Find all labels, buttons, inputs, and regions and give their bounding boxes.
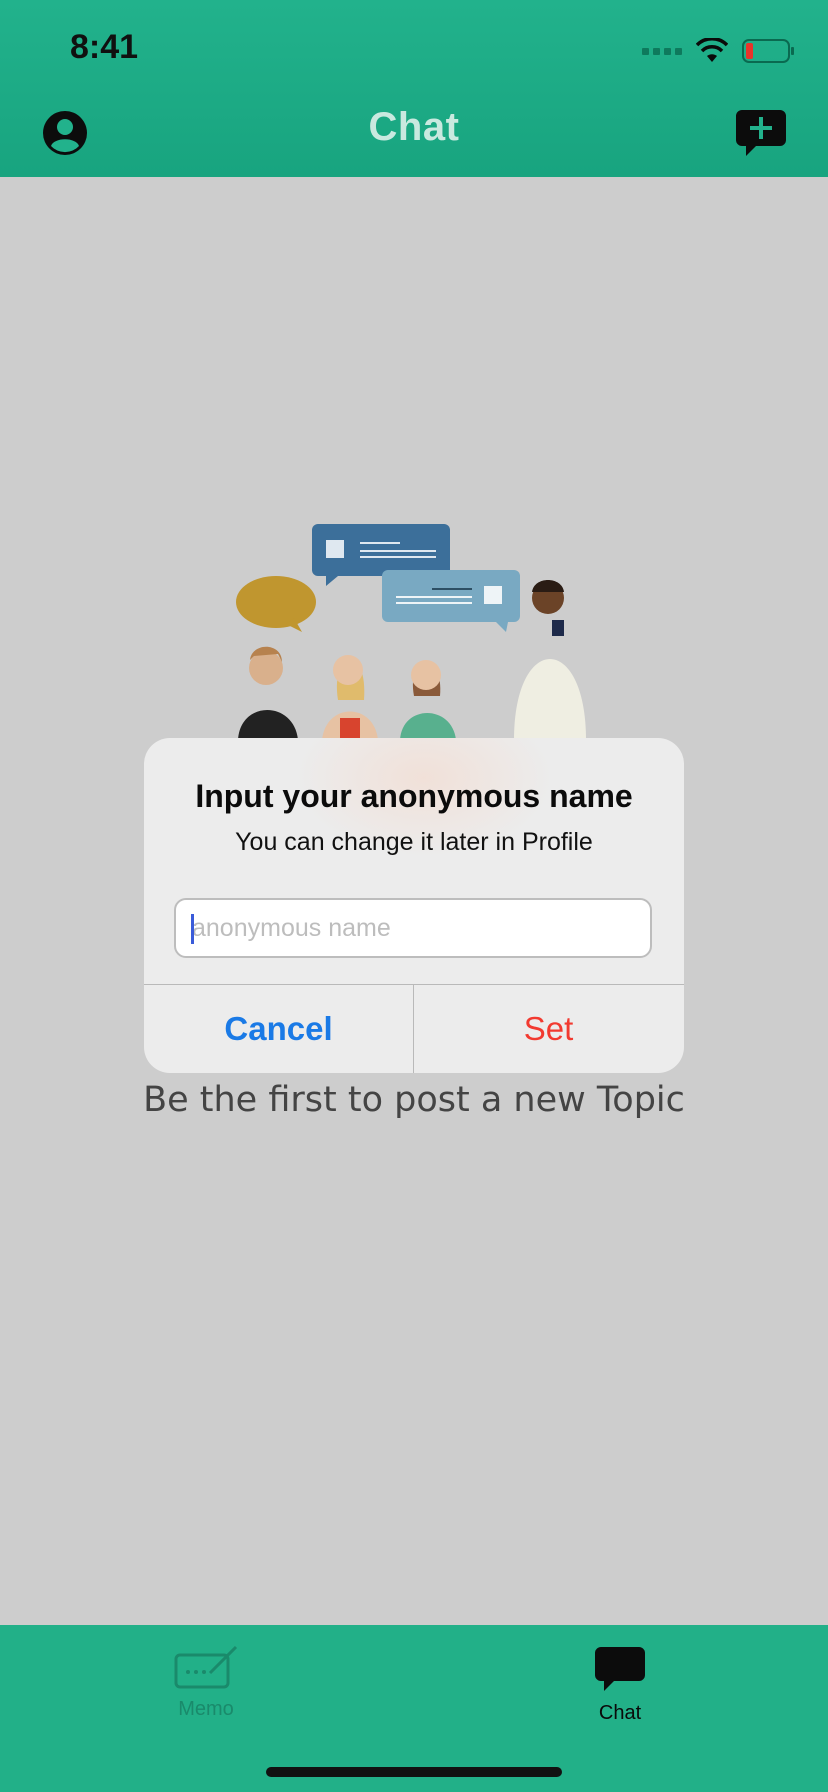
- cancel-button[interactable]: Cancel: [144, 985, 413, 1073]
- tab-label: Chat: [598, 1702, 642, 1724]
- tab-chat[interactable]: Chat: [550, 1645, 690, 1725]
- dialog-message: You can change it later in Profile: [235, 828, 593, 856]
- battery-icon: [742, 39, 794, 63]
- tab-memo[interactable]: Memo: [136, 1645, 276, 1721]
- empty-state-text: Be the first to post a new Topic: [143, 1080, 685, 1120]
- anonymous-name-input[interactable]: [174, 898, 652, 958]
- status-time: 8:41: [70, 28, 139, 66]
- set-button[interactable]: Set: [414, 985, 683, 1073]
- tab-label: Memo: [178, 1698, 234, 1720]
- top-bar: 8:41 Chat: [0, 0, 828, 177]
- memo-icon: [174, 1645, 238, 1689]
- status-icons: [642, 34, 796, 68]
- wifi-icon: [696, 38, 728, 62]
- chat-bubble-icon: [595, 1647, 645, 1691]
- anonymous-name-dialog: Input your anonymous name You can change…: [144, 738, 684, 1073]
- page-title: Chat: [368, 105, 460, 149]
- people-chatting-illustration: [236, 524, 586, 740]
- new-topic-icon[interactable]: [736, 110, 786, 158]
- home-indicator: [266, 1767, 562, 1777]
- dialog-title: Input your anonymous name: [195, 778, 633, 814]
- text-cursor: [191, 914, 194, 944]
- cellular-signal-icon: [642, 47, 682, 55]
